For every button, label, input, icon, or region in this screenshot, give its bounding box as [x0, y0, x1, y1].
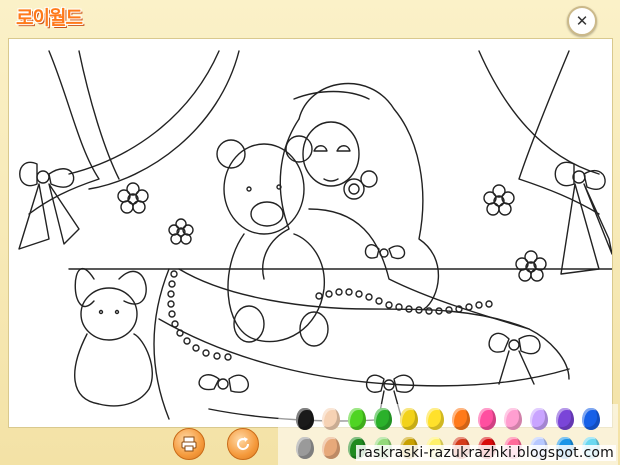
color-swatch[interactable]	[556, 408, 574, 430]
color-swatch[interactable]	[296, 408, 314, 430]
color-swatch[interactable]	[322, 437, 340, 459]
color-swatch[interactable]	[400, 408, 418, 430]
refresh-icon	[237, 437, 250, 451]
coloring-canvas[interactable]	[8, 38, 613, 428]
color-swatch[interactable]	[582, 408, 600, 430]
color-swatch[interactable]	[296, 437, 314, 459]
close-button[interactable]: ✕	[567, 6, 597, 36]
reset-button[interactable]	[227, 428, 259, 460]
color-swatch[interactable]	[322, 408, 340, 430]
printer-icon	[181, 436, 197, 452]
watermark-text: raskraski-razukrazhki.blogspot.com	[356, 445, 616, 461]
print-button[interactable]	[173, 428, 205, 460]
close-icon: ✕	[575, 11, 589, 30]
color-swatch[interactable]	[478, 408, 496, 430]
color-swatch[interactable]	[374, 408, 392, 430]
color-swatch[interactable]	[426, 408, 444, 430]
color-swatch[interactable]	[348, 408, 366, 430]
color-swatch[interactable]	[530, 408, 548, 430]
roi-world-logo: 로이월드	[16, 6, 83, 29]
color-swatch[interactable]	[504, 408, 522, 430]
color-swatch[interactable]	[452, 408, 470, 430]
coloring-picture-line-art[interactable]	[9, 39, 612, 427]
